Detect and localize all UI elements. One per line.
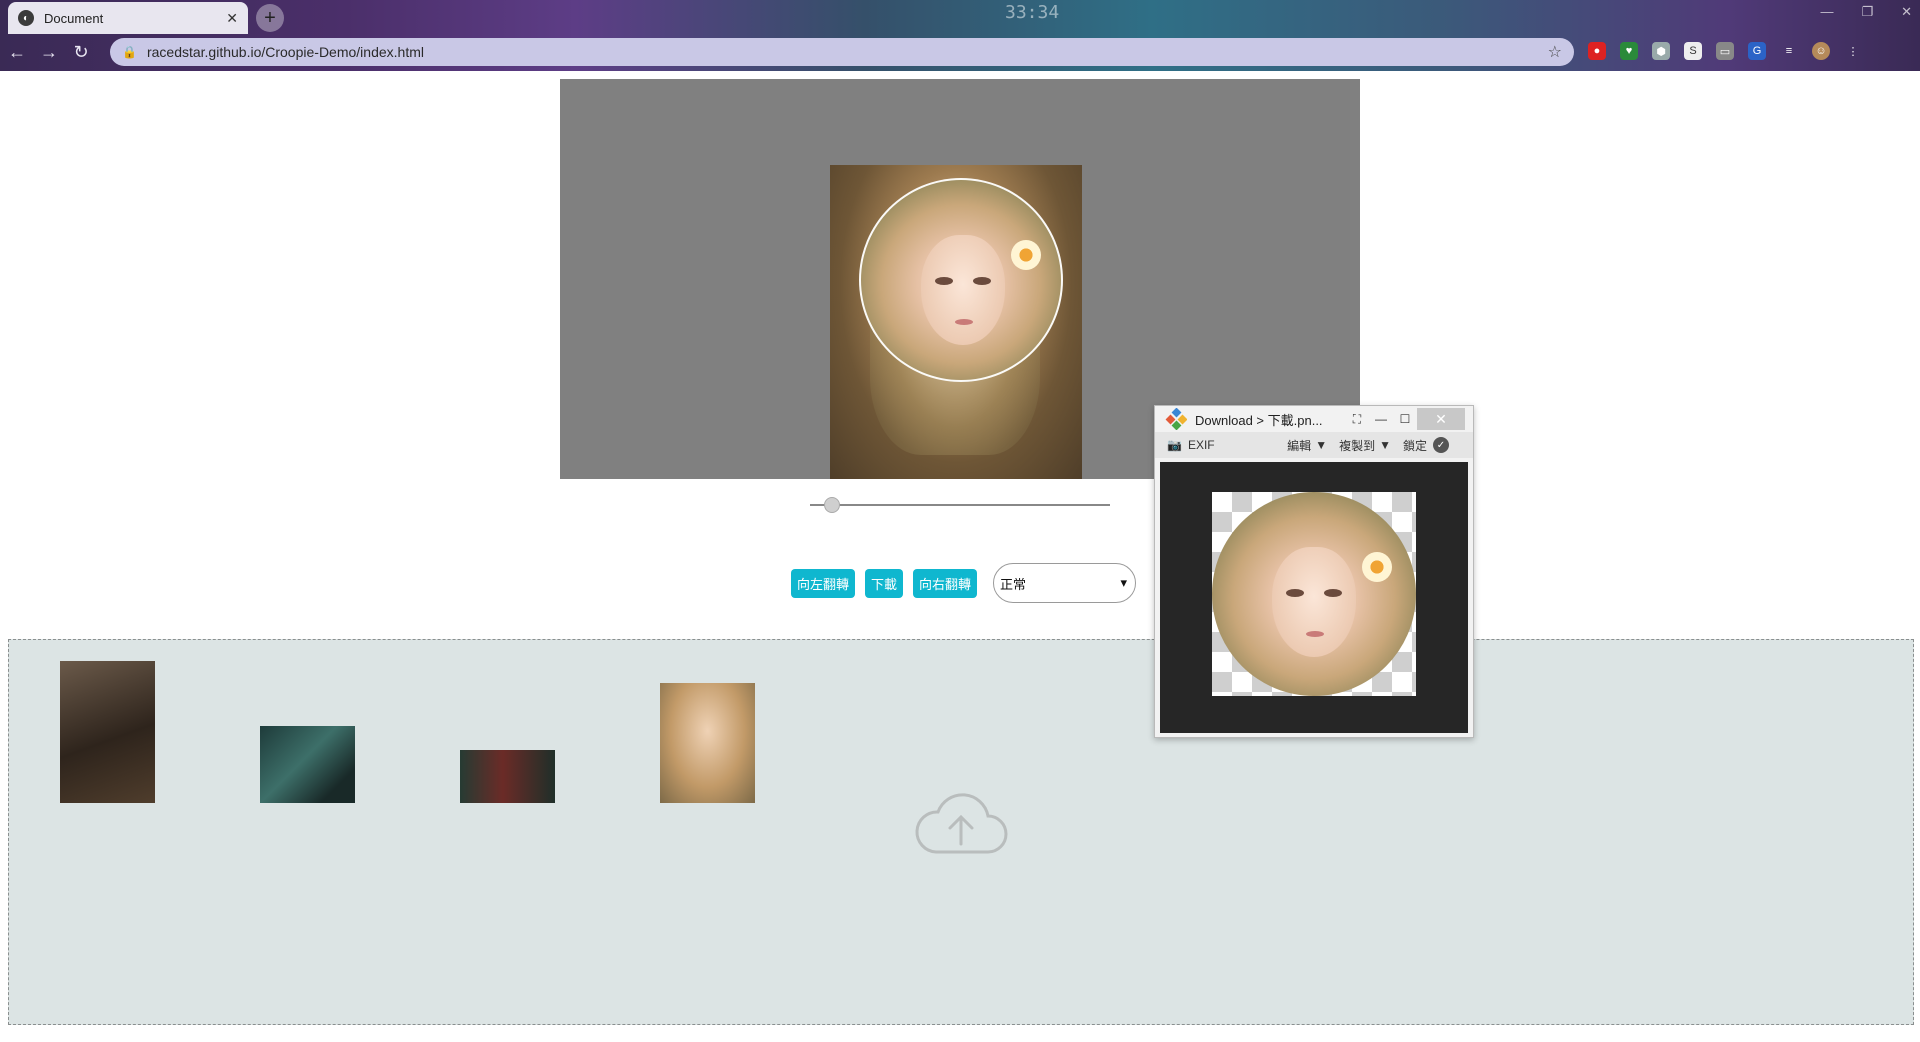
avatar-icon[interactable]: ☺ <box>1812 42 1830 60</box>
browser-chrome: ◐ Document ✕ + 33:34 — ❐ ✕ ← → ↻ 🔒 raced… <box>0 0 1920 71</box>
copy-to-label: 複製到 <box>1339 438 1376 453</box>
cropped-result-image <box>1212 492 1416 696</box>
exif-label: EXIF <box>1187 438 1215 452</box>
mode-select-value: 正常 <box>1000 576 1027 592</box>
maximize-icon[interactable]: ☐ <box>1393 412 1417 426</box>
lock-icon: 🔒 <box>122 45 137 59</box>
copy-to-menu[interactable]: 複製到 ▼ <box>1339 437 1391 454</box>
lock-label: 鎖定 <box>1402 438 1427 453</box>
tab-document[interactable]: ◐ Document ✕ <box>8 2 248 34</box>
zoom-slider-track <box>810 504 1110 506</box>
flower-accessory <box>1011 240 1041 270</box>
image-lips <box>955 319 973 325</box>
browser-toolbar: ← → ↻ 🔒 racedstar.github.io/Croopie-Demo… <box>0 34 1920 71</box>
tab-close-icon[interactable]: ✕ <box>226 10 238 27</box>
edit-label: 編輯 <box>1287 438 1312 453</box>
tab-title: Document <box>44 10 104 26</box>
minimize-icon[interactable]: — <box>1820 4 1833 20</box>
image-eye-right <box>1324 589 1342 597</box>
translate-icon[interactable]: G <box>1748 42 1766 60</box>
minimize-icon[interactable]: — <box>1369 412 1393 426</box>
zoom-slider[interactable] <box>810 497 1110 513</box>
ticket-icon[interactable]: ▭ <box>1716 42 1734 60</box>
viewer-titlebar[interactable]: Download > 下載.pn... ⛶ — ☐ ✕ <box>1155 406 1473 432</box>
restore-icon[interactable]: ❐ <box>1861 4 1873 20</box>
thumbnail-image[interactable] <box>60 661 155 803</box>
image-eye-left <box>935 277 953 285</box>
extensions-row: ● ♥ ⬢ S ▭ G ≡ ☺ ⋮ <box>1588 42 1862 60</box>
image-lips <box>1306 631 1324 637</box>
thumbnail-image[interactable] <box>660 683 755 803</box>
caret-down-icon: ▼ <box>1315 438 1328 452</box>
transparency-checkerboard <box>1212 492 1416 696</box>
image-viewer-window[interactable]: Download > 下載.pn... ⛶ — ☐ ✕ 📷 EXIF 編輯 ▼ … <box>1154 405 1474 738</box>
rotate-left-button[interactable]: 向左翻轉 <box>791 568 856 598</box>
check-circle-icon: ✓ <box>1433 437 1449 453</box>
menu-icon[interactable]: ⋮ <box>1844 42 1862 60</box>
crop-controls: 向左翻轉 下載 向右翻轉 正常 ▾ <box>791 563 1137 603</box>
bookmark-star-icon[interactable]: ☆ <box>1548 42 1562 62</box>
reload-icon[interactable]: ↻ <box>66 38 96 68</box>
lock-toggle[interactable]: 鎖定 ✓ <box>1403 437 1449 454</box>
image-face <box>921 235 1005 345</box>
globe-icon: ◐ <box>18 10 34 26</box>
flower-accessory <box>1362 552 1392 582</box>
s-icon[interactable]: S <box>1684 42 1702 60</box>
exif-button[interactable]: 📷 EXIF <box>1167 438 1215 452</box>
wallpaper-clock: 33:34 <box>1005 2 1060 23</box>
shield-icon[interactable]: ⬢ <box>1652 42 1670 60</box>
thumbnail-image[interactable] <box>460 750 555 803</box>
heart-icon[interactable]: ♥ <box>1620 42 1638 60</box>
rotate-right-button[interactable]: 向右翻轉 <box>913 568 978 598</box>
url-text: racedstar.github.io/Croopie-Demo/index.h… <box>146 44 424 60</box>
chevron-down-icon: ▾ <box>1120 575 1128 590</box>
tab-bar: ◐ Document ✕ + 33:34 — ❐ ✕ <box>0 0 1920 34</box>
record-icon[interactable]: ● <box>1588 42 1606 60</box>
image-eye-right <box>973 277 991 285</box>
app-logo-icon <box>1165 408 1187 430</box>
zoom-slider-knob[interactable] <box>824 497 841 513</box>
upload-dropzone[interactable] <box>8 639 1914 1025</box>
camera-icon: 📷 <box>1167 438 1182 452</box>
close-window-icon[interactable]: ✕ <box>1901 4 1912 20</box>
cloud-upload-icon[interactable] <box>912 792 1010 858</box>
address-bar[interactable]: 🔒 racedstar.github.io/Croopie-Demo/index… <box>110 38 1574 66</box>
image-face <box>1272 547 1356 657</box>
playlist-icon[interactable]: ≡ <box>1780 42 1798 60</box>
viewer-close-button[interactable]: ✕ <box>1417 408 1465 430</box>
mode-select[interactable]: 正常 ▾ <box>993 563 1137 603</box>
edit-menu[interactable]: 編輯 ▼ <box>1287 437 1327 454</box>
fullscreen-icon[interactable]: ⛶ <box>1345 412 1369 427</box>
thumbnail-image[interactable] <box>260 726 355 803</box>
window-controls: — ❐ ✕ <box>1820 4 1912 20</box>
crop-boundary-circle[interactable] <box>859 178 1063 382</box>
back-icon[interactable]: ← <box>2 38 32 68</box>
download-button[interactable]: 下載 <box>865 568 904 598</box>
viewer-title: Download > 下載.pn... <box>1195 412 1323 428</box>
viewer-stage <box>1160 462 1468 733</box>
image-eye-left <box>1286 589 1304 597</box>
new-tab-button[interactable]: + <box>256 4 284 32</box>
caret-down-icon: ▼ <box>1379 438 1391 452</box>
viewer-menubar: 📷 EXIF 編輯 ▼ 複製到 ▼ 鎖定 ✓ <box>1155 432 1473 458</box>
forward-icon[interactable]: → <box>34 38 64 68</box>
